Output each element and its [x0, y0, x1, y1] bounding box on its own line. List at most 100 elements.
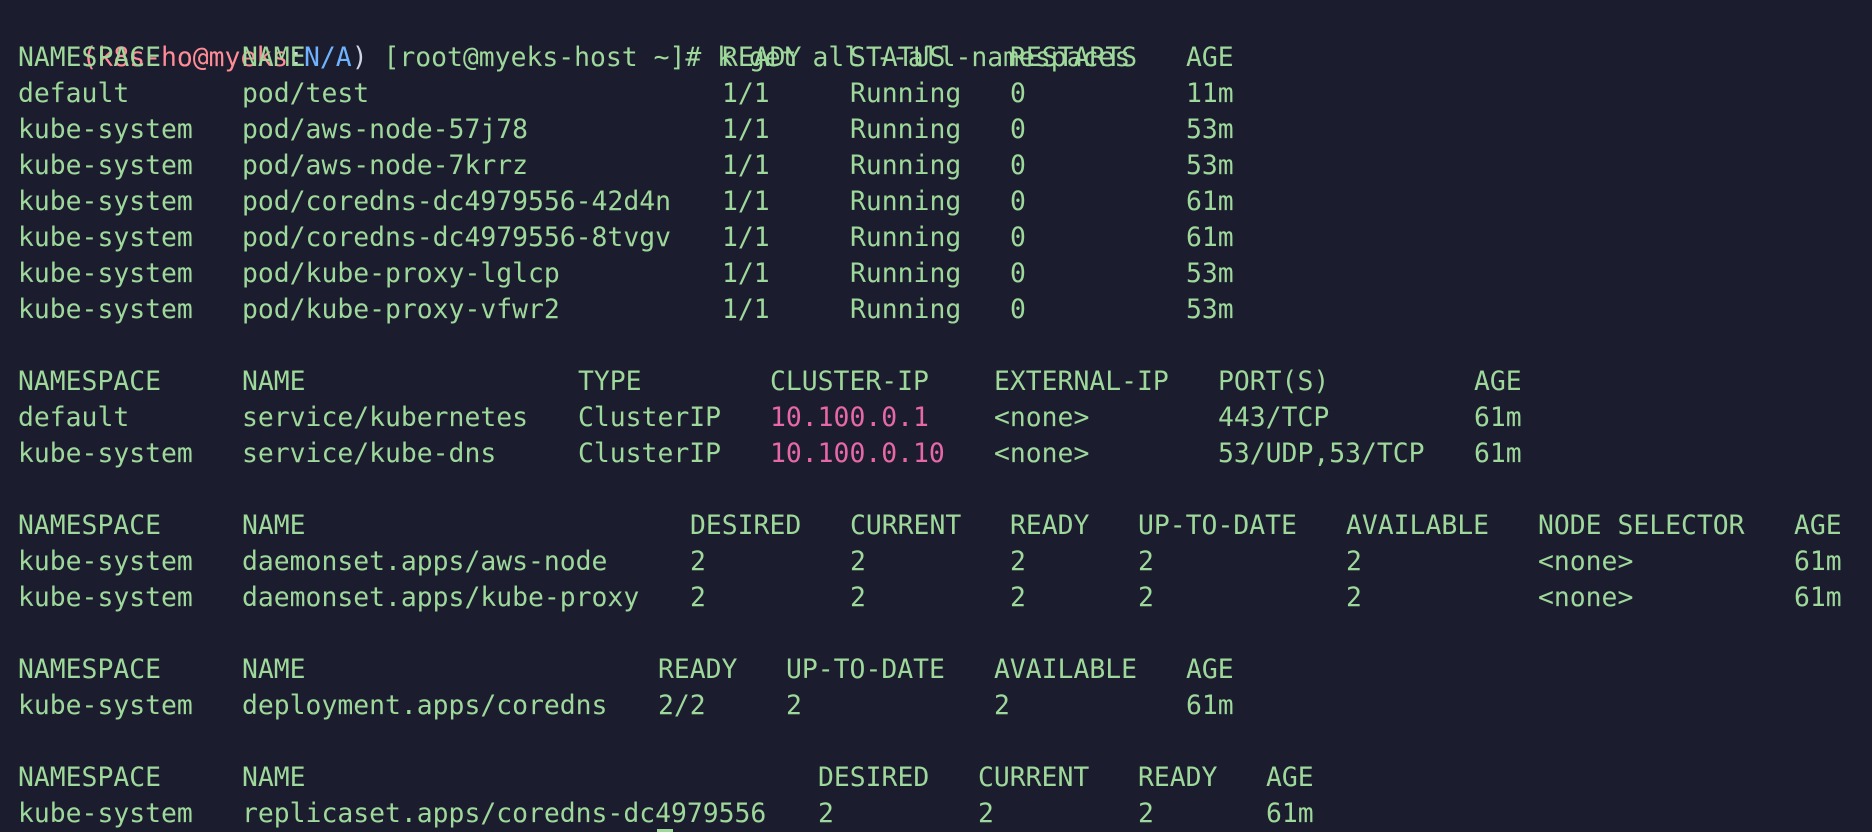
- pods-header-status: STATUS: [850, 42, 946, 73]
- pods-cell-name: pod/test: [242, 78, 370, 109]
- deployments-header-up-to-date: UP-TO-DATE: [786, 654, 945, 685]
- replicasets-cell-namespace: kube-system: [18, 798, 193, 829]
- replicasets-cell-age: 61m: [1266, 798, 1314, 829]
- pods-cell-namespace: kube-system: [18, 186, 193, 217]
- daemonsets-cell-desired: 2: [690, 546, 706, 577]
- pods-cell-name: pod/aws-node-57j78: [242, 114, 528, 145]
- deployments-cell-ready: 2/2: [658, 690, 706, 721]
- daemonsets-cell-name: daemonset.apps/kube-proxy: [242, 582, 640, 613]
- services-cell-age: 61m: [1474, 438, 1522, 469]
- daemonsets-cell-node-selector: <none>: [1538, 582, 1634, 613]
- pods-row: default pod/test 1/1 Running 0 11m: [18, 76, 1234, 112]
- deployments-header-row: NAMESPACE NAME READY UP-TO-DATE AVAILABL…: [18, 652, 1234, 688]
- pods-cell-ready: 1/1: [722, 78, 770, 109]
- pods-header-age: AGE: [1186, 42, 1234, 73]
- daemonsets-cell-namespace: kube-system: [18, 546, 193, 577]
- pods-row: kube-system pod/aws-node-7krrz 1/1 Runni…: [18, 148, 1234, 184]
- pods-cell-status: Running: [850, 186, 962, 217]
- daemonsets-cell-available: 2: [1346, 582, 1362, 613]
- daemonsets-cell-age: 61m: [1794, 546, 1842, 577]
- daemonsets-header-desired: DESIRED: [690, 510, 802, 541]
- pods-row: kube-system pod/coredns-dc4979556-8tvgv …: [18, 220, 1234, 256]
- pods-cell-name: pod/coredns-dc4979556-42d4n: [242, 186, 671, 217]
- services-cell-external-ip: <none>: [994, 402, 1090, 433]
- pods-cell-age: 11m: [1186, 78, 1234, 109]
- replicasets-header-age: AGE: [1266, 762, 1314, 793]
- services-header-age: AGE: [1474, 366, 1522, 397]
- daemonsets-header-node-selector: NODE SELECTOR: [1538, 510, 1745, 541]
- deployments-header-available: AVAILABLE: [994, 654, 1137, 685]
- services-row: default service/kubernetes ClusterIP 10.…: [18, 400, 1522, 436]
- services-cell-cluster-ip: 10.100.0.10: [770, 438, 945, 469]
- pods-cell-age: 53m: [1186, 114, 1234, 145]
- services-cell-age: 61m: [1474, 402, 1522, 433]
- deployments-cell-age: 61m: [1186, 690, 1234, 721]
- deployments-cell-namespace: kube-system: [18, 690, 193, 721]
- pods-header-ready: READY: [722, 42, 802, 73]
- pods-cell-restarts: 0: [1010, 114, 1026, 145]
- replicasets-header-name: NAME: [242, 762, 306, 793]
- deployments-header-namespace: NAMESPACE: [18, 654, 161, 685]
- services-cell-namespace: default: [18, 402, 130, 433]
- pods-cell-status: Running: [850, 150, 962, 181]
- services-header-name: NAME: [242, 366, 306, 397]
- daemonsets-cell-age: 61m: [1794, 582, 1842, 613]
- daemonsets-header-ready: READY: [1010, 510, 1090, 541]
- pods-cell-name: pod/coredns-dc4979556-8tvgv: [242, 222, 671, 253]
- services-row: kube-system service/kube-dns ClusterIP 1…: [18, 436, 1522, 472]
- daemonsets-row: kube-system daemonset.apps/kube-proxy 2 …: [18, 580, 1842, 616]
- pods-cell-namespace: kube-system: [18, 258, 193, 289]
- prompt-close-paren: ): [351, 42, 368, 73]
- daemonsets-header-name: NAME: [242, 510, 306, 541]
- daemonsets-header-current: CURRENT: [850, 510, 962, 541]
- pods-row: kube-system pod/coredns-dc4979556-42d4n …: [18, 184, 1234, 220]
- deployments-cell-up-to-date: 2: [786, 690, 802, 721]
- replicasets-cell-desired: 2: [818, 798, 834, 829]
- daemonsets-cell-node-selector: <none>: [1538, 546, 1634, 577]
- pods-row: kube-system pod/kube-proxy-vfwr2 1/1 Run…: [18, 292, 1234, 328]
- deployments-cell-available: 2: [994, 690, 1010, 721]
- daemonsets-row: kube-system daemonset.apps/aws-node 2 2 …: [18, 544, 1842, 580]
- pods-cell-ready: 1/1: [722, 114, 770, 145]
- pods-cell-namespace: kube-system: [18, 150, 193, 181]
- pods-header-namespace: NAMESPACE: [18, 42, 161, 73]
- services-cell-external-ip: <none>: [994, 438, 1090, 469]
- replicasets-row: kube-system replicaset.apps/coredns-dc49…: [18, 796, 1314, 832]
- pods-cell-restarts: 0: [1010, 186, 1026, 217]
- replicasets-header-namespace: NAMESPACE: [18, 762, 161, 793]
- pods-cell-name: pod/kube-proxy-vfwr2: [242, 294, 560, 325]
- replicasets-header-row: NAMESPACE NAME DESIRED CURRENT READY AGE: [18, 760, 1314, 796]
- pods-cell-name: pod/kube-proxy-lglcp: [242, 258, 560, 289]
- services-header-cluster-ip: CLUSTER-IP: [770, 366, 929, 397]
- services-cell-type: ClusterIP: [578, 438, 721, 469]
- pods-cell-status: Running: [850, 114, 962, 145]
- pods-cell-status: Running: [850, 78, 962, 109]
- pods-cell-status: Running: [850, 258, 962, 289]
- replicasets-header-current: CURRENT: [978, 762, 1090, 793]
- daemonsets-cell-ready: 2: [1010, 582, 1026, 613]
- pods-cell-status: Running: [850, 294, 962, 325]
- daemonsets-header-row: NAMESPACE NAME DESIRED CURRENT READY UP-…: [18, 508, 1842, 544]
- daemonsets-header-up-to-date: UP-TO-DATE: [1138, 510, 1297, 541]
- pods-header-restarts: RESTARTS: [1010, 42, 1138, 73]
- daemonsets-cell-current: 2: [850, 546, 866, 577]
- pods-cell-restarts: 0: [1010, 294, 1026, 325]
- prompt-namespace: N/A: [304, 42, 352, 73]
- services-cell-name: service/kube-dns: [242, 438, 497, 469]
- pods-cell-ready: 1/1: [722, 150, 770, 181]
- pods-cell-namespace: default: [18, 78, 130, 109]
- terminal-window[interactable]: (k8s-ho@myeks:N/A) [root@myeks-host ~]# …: [0, 0, 1872, 832]
- deployments-header-age: AGE: [1186, 654, 1234, 685]
- deployments-row: kube-system deployment.apps/coredns 2/2 …: [18, 688, 1234, 724]
- pods-cell-age: 61m: [1186, 186, 1234, 217]
- pods-cell-restarts: 0: [1010, 150, 1026, 181]
- pods-header-name: NAME: [242, 42, 306, 73]
- services-header-namespace: NAMESPACE: [18, 366, 161, 397]
- pods-cell-namespace: kube-system: [18, 114, 193, 145]
- pods-cell-age: 53m: [1186, 294, 1234, 325]
- services-header-type: TYPE: [578, 366, 642, 397]
- pods-cell-namespace: kube-system: [18, 294, 193, 325]
- daemonsets-cell-name: daemonset.apps/aws-node: [242, 546, 608, 577]
- pods-cell-age: 61m: [1186, 222, 1234, 253]
- daemonsets-cell-up-to-date: 2: [1138, 546, 1154, 577]
